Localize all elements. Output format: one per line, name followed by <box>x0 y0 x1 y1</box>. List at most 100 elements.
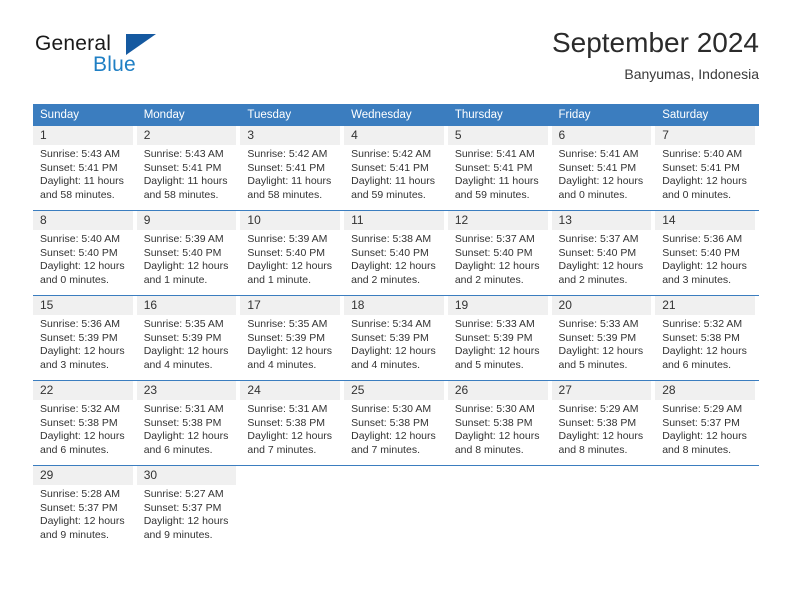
day-details: Sunrise: 5:39 AM Sunset: 5:40 PM Daylight:… <box>240 230 340 287</box>
day-details: Sunrise: 5:42 AM Sunset: 5:41 PM Daylight:… <box>240 145 340 202</box>
day-details: Sunrise: 5:36 AM Sunset: 5:40 PM Daylight:… <box>655 230 755 287</box>
calendar-grid: Sunday Monday Tuesday Wednesday Thursday… <box>33 104 759 550</box>
day-number: 4 <box>344 126 444 145</box>
daylight-text-line1: Daylight: 12 hours <box>143 345 229 357</box>
calendar-day-cell[interactable]: 15 Sunrise: 5:36 AM Sunset: 5:39 PM Dayligh… <box>33 295 137 381</box>
daylight-text-line1: Daylight: 12 hours <box>247 260 333 272</box>
calendar-day-cell[interactable]: 22 Sunrise: 5:32 AM Sunset: 5:38 PM Dayligh… <box>33 380 137 466</box>
calendar-day-cell[interactable]: 23 Sunrise: 5:31 AM Sunset: 5:38 PM Dayligh… <box>136 380 241 466</box>
sunset-text: Sunset: 5:39 PM <box>40 331 118 344</box>
sunrise-text: Sunrise: 5:40 AM <box>40 233 120 245</box>
sunrise-text: Sunrise: 5:41 AM <box>558 148 639 160</box>
calendar-day-cell-empty <box>551 465 656 550</box>
day-details: Sunrise: 5:33 AM Sunset: 5:39 PM Daylight:… <box>448 315 548 372</box>
daylight-text-line1: Daylight: 12 hours <box>558 175 644 187</box>
day-number: 23 <box>136 381 237 400</box>
day-number: 20 <box>551 296 652 315</box>
calendar-day-cell[interactable]: 28 Sunrise: 5:29 AM Sunset: 5:37 PM Dayligh… <box>655 380 759 466</box>
day-number: 7 <box>655 126 755 145</box>
day-details: Sunrise: 5:29 AM Sunset: 5:38 PM Daylight:… <box>552 400 652 457</box>
sunset-text: Sunset: 5:38 PM <box>454 416 533 429</box>
calendar-day-cell[interactable]: 4 Sunrise: 5:42 AM Sunset: 5:41 PM Daylight… <box>344 126 448 211</box>
day-number: 30 <box>136 466 237 485</box>
calendar-day-cell[interactable]: 14 Sunrise: 5:36 AM Sunset: 5:40 PM Dayligh… <box>655 210 759 296</box>
daylight-text-line2: and 58 minutes. <box>40 188 115 201</box>
calendar-day-cell[interactable]: 9 Sunrise: 5:39 AM Sunset: 5:40 PM Daylight… <box>136 210 241 296</box>
sunset-text: Sunset: 5:41 PM <box>351 161 429 174</box>
day-number: 15 <box>33 296 133 315</box>
day-details: Sunrise: 5:32 AM Sunset: 5:38 PM Daylight:… <box>655 315 755 372</box>
calendar-day-cell[interactable]: 10 Sunrise: 5:39 AM Sunset: 5:40 PM Dayligh… <box>240 210 345 296</box>
day-number: 12 <box>447 211 548 230</box>
calendar-day-cell[interactable]: 5 Sunrise: 5:41 AM Sunset: 5:41 PM Daylight… <box>447 126 552 211</box>
calendar-day-cell[interactable]: 17 Sunrise: 5:35 AM Sunset: 5:39 PM Dayligh… <box>240 295 345 381</box>
sunrise-text: Sunrise: 5:43 AM <box>143 148 224 160</box>
day-details: Sunrise: 5:43 AM Sunset: 5:41 PM Daylight:… <box>33 145 133 202</box>
day-number: 24 <box>240 381 341 400</box>
sunrise-text: Sunrise: 5:33 AM <box>558 318 639 330</box>
day-details: Sunrise: 5:41 AM Sunset: 5:41 PM Daylight:… <box>552 145 652 202</box>
day-number: 3 <box>240 126 341 145</box>
daylight-text-line2: and 7 minutes. <box>247 443 317 456</box>
calendar-week-row: 15 Sunrise: 5:36 AM Sunset: 5:39 PM Dayligh… <box>33 295 759 381</box>
calendar-day-cell[interactable]: 2 Sunrise: 5:43 AM Sunset: 5:41 PM Daylight… <box>136 126 241 211</box>
sunrise-text: Sunrise: 5:28 AM <box>40 488 120 500</box>
calendar-day-cell[interactable]: 3 Sunrise: 5:42 AM Sunset: 5:41 PM Daylight… <box>240 126 344 211</box>
sunrise-text: Sunrise: 5:36 AM <box>662 233 743 245</box>
sunset-text: Sunset: 5:40 PM <box>40 246 118 259</box>
brand-logo[interactable]: General Blue <box>33 32 243 88</box>
day-number <box>552 466 652 485</box>
day-details: Sunrise: 5:41 AM Sunset: 5:41 PM Daylight:… <box>448 145 548 202</box>
weekday-header-thursday: Thursday <box>447 104 552 126</box>
daylight-text-line1: Daylight: 12 hours <box>247 430 333 442</box>
daylight-text-line2: and 1 minute. <box>143 273 208 286</box>
weekday-header-saturday: Saturday <box>655 104 759 126</box>
calendar-table: Sunday Monday Tuesday Wednesday Thursday… <box>33 104 759 550</box>
sunrise-text: Sunrise: 5:35 AM <box>143 318 224 330</box>
calendar-day-cell[interactable]: 12 Sunrise: 5:37 AM Sunset: 5:40 PM Dayligh… <box>447 210 552 296</box>
sunset-text: Sunset: 5:41 PM <box>143 161 222 174</box>
calendar-day-cell[interactable]: 11 Sunrise: 5:38 AM Sunset: 5:40 PM Dayligh… <box>344 210 448 296</box>
sunrise-text: Sunrise: 5:29 AM <box>662 403 743 415</box>
day-number: 21 <box>655 296 755 315</box>
sunrise-text: Sunrise: 5:37 AM <box>454 233 535 245</box>
calendar-page: General Blue September 2024 Banyumas, In… <box>0 0 792 612</box>
sunset-text: Sunset: 5:40 PM <box>454 246 533 259</box>
calendar-day-cell[interactable]: 30 Sunrise: 5:27 AM Sunset: 5:37 PM Dayligh… <box>136 465 241 550</box>
calendar-day-cell[interactable]: 26 Sunrise: 5:30 AM Sunset: 5:38 PM Dayligh… <box>447 380 552 466</box>
daylight-text-line2: and 5 minutes. <box>454 358 524 371</box>
daylight-text-line1: Daylight: 11 hours <box>247 175 332 187</box>
calendar-week-row: 8 Sunrise: 5:40 AM Sunset: 5:40 PM Daylight… <box>33 210 759 296</box>
calendar-day-cell[interactable]: 18 Sunrise: 5:34 AM Sunset: 5:39 PM Dayligh… <box>344 295 448 381</box>
calendar-day-cell[interactable]: 1 Sunrise: 5:43 AM Sunset: 5:41 PM Daylight… <box>33 126 137 211</box>
day-number: 9 <box>136 211 237 230</box>
day-number: 10 <box>240 211 341 230</box>
calendar-day-cell[interactable]: 13 Sunrise: 5:37 AM Sunset: 5:40 PM Dayligh… <box>551 210 656 296</box>
day-details: Sunrise: 5:30 AM Sunset: 5:38 PM Daylight:… <box>448 400 548 457</box>
calendar-day-cell[interactable]: 19 Sunrise: 5:33 AM Sunset: 5:39 PM Dayligh… <box>447 295 552 381</box>
sunrise-text: Sunrise: 5:39 AM <box>143 233 224 245</box>
day-details: Sunrise: 5:42 AM Sunset: 5:41 PM Daylight:… <box>344 145 444 202</box>
calendar-day-cell-empty <box>447 465 552 550</box>
calendar-week-row: 29 Sunrise: 5:28 AM Sunset: 5:37 PM Dayligh… <box>33 465 759 550</box>
day-number <box>344 466 444 485</box>
calendar-day-cell[interactable]: 29 Sunrise: 5:28 AM Sunset: 5:37 PM Dayligh… <box>33 465 137 550</box>
calendar-day-cell[interactable]: 16 Sunrise: 5:35 AM Sunset: 5:39 PM Dayligh… <box>136 295 241 381</box>
calendar-day-cell[interactable]: 20 Sunrise: 5:33 AM Sunset: 5:39 PM Dayligh… <box>551 295 656 381</box>
calendar-day-cell[interactable]: 21 Sunrise: 5:32 AM Sunset: 5:38 PM Dayligh… <box>655 295 759 381</box>
sunset-text: Sunset: 5:38 PM <box>143 416 222 429</box>
daylight-text-line1: Daylight: 12 hours <box>143 260 229 272</box>
sunset-text: Sunset: 5:40 PM <box>662 246 740 259</box>
calendar-day-cell[interactable]: 6 Sunrise: 5:41 AM Sunset: 5:41 PM Daylight… <box>551 126 656 211</box>
calendar-day-cell[interactable]: 8 Sunrise: 5:40 AM Sunset: 5:40 PM Daylight… <box>33 210 137 296</box>
daylight-text-line2: and 3 minutes. <box>40 358 109 371</box>
calendar-day-cell[interactable]: 24 Sunrise: 5:31 AM Sunset: 5:38 PM Dayligh… <box>240 380 345 466</box>
calendar-day-cell[interactable]: 25 Sunrise: 5:30 AM Sunset: 5:38 PM Dayligh… <box>344 380 448 466</box>
calendar-day-cell[interactable]: 27 Sunrise: 5:29 AM Sunset: 5:38 PM Dayligh… <box>551 380 656 466</box>
calendar-day-cell[interactable]: 7 Sunrise: 5:40 AM Sunset: 5:41 PM Daylight… <box>655 126 759 211</box>
day-number: 14 <box>655 211 755 230</box>
day-number: 2 <box>136 126 237 145</box>
day-number: 28 <box>655 381 755 400</box>
daylight-text-line2: and 4 minutes. <box>143 358 213 371</box>
day-number: 18 <box>344 296 444 315</box>
